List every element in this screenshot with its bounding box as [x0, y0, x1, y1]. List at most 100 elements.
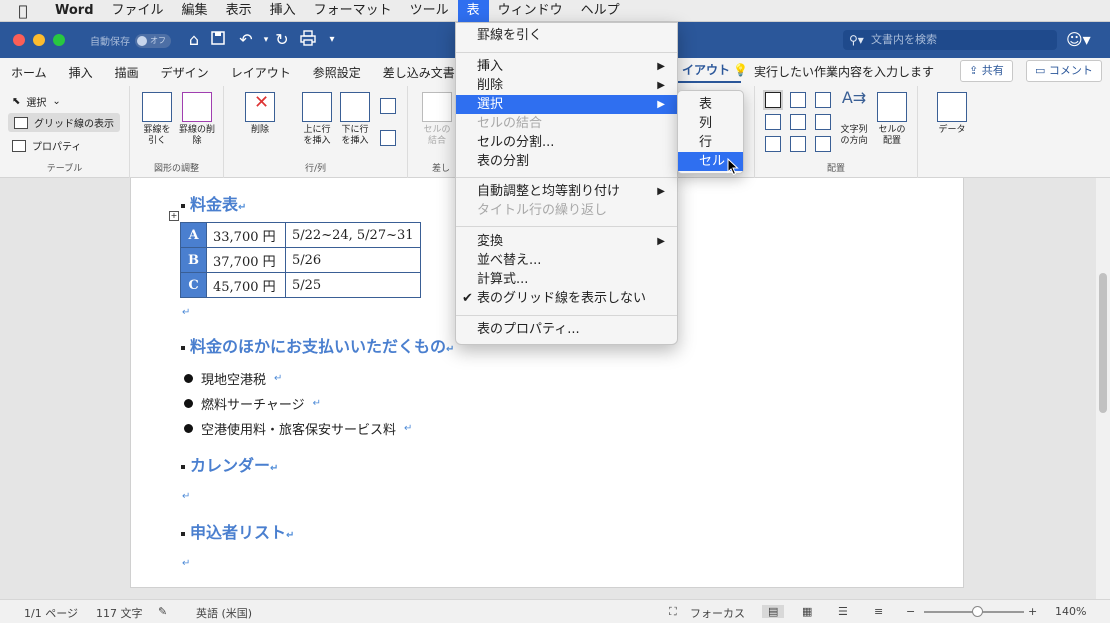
- focus-icon[interactable]: ⛶: [669, 605, 677, 619]
- list-item[interactable]: 燃料サーチャージ ↵: [184, 394, 321, 413]
- vertical-scrollbar[interactable]: [1096, 178, 1110, 599]
- redo-icon[interactable]: ↻: [272, 30, 292, 50]
- menu-item-delete[interactable]: 削除 ▶: [456, 76, 677, 95]
- menu-item-table-properties[interactable]: 表のプロパティ...: [456, 320, 677, 339]
- comment-button[interactable]: ▭ コメント: [1026, 60, 1102, 82]
- apple-icon[interactable]: : [0, 2, 46, 20]
- home-icon[interactable]: ⌂: [184, 30, 204, 50]
- tab-layout[interactable]: レイアウト: [220, 64, 302, 81]
- zoom-level[interactable]: 140%: [1055, 605, 1086, 618]
- menu-insert[interactable]: 挿入: [261, 0, 305, 22]
- align-middle-right-icon[interactable]: [815, 114, 831, 130]
- empty-paragraph[interactable]: ↵: [182, 491, 190, 502]
- menu-edit[interactable]: 編集: [173, 0, 217, 22]
- undo-icon[interactable]: ↶: [236, 30, 256, 50]
- insert-row-below-button[interactable]: 下に行を挿入: [338, 92, 372, 147]
- menu-format[interactable]: フォーマット: [305, 0, 401, 22]
- align-middle-left-icon[interactable]: [765, 114, 781, 130]
- zoom-slider-knob[interactable]: [972, 606, 983, 617]
- data-button[interactable]: データ: [932, 92, 972, 136]
- tab-references[interactable]: 参照設定: [302, 64, 372, 81]
- search-field[interactable]: ⚲▾ 文書内を検索: [843, 30, 1057, 50]
- language[interactable]: 英語 (米国): [196, 605, 252, 621]
- tell-me-box[interactable]: 💡 実行したい作業内容を入力します: [733, 63, 934, 80]
- submenu-item-table[interactable]: 表: [678, 95, 743, 114]
- autosave-toggle[interactable]: オフ: [135, 33, 171, 48]
- menu-app-word[interactable]: Word: [46, 0, 103, 22]
- insert-row-above-button[interactable]: 上に行を挿入: [300, 92, 334, 147]
- menu-file[interactable]: ファイル: [103, 0, 173, 22]
- draft-view-icon[interactable]: ≡: [874, 605, 883, 618]
- menu-item-select[interactable]: 選択 ▶: [456, 95, 677, 114]
- select-button[interactable]: ⬉ 選択 ⌄: [12, 94, 61, 109]
- focus-label[interactable]: フォーカス: [690, 605, 745, 621]
- dates-cell[interactable]: 5/25: [285, 272, 421, 298]
- gridlines-toggle-button[interactable]: グリッド線の表示: [8, 113, 120, 132]
- draw-table-button[interactable]: 罫線を引く: [140, 92, 174, 147]
- menu-tools[interactable]: ツール: [401, 0, 458, 22]
- align-bottom-left-icon[interactable]: [765, 136, 781, 152]
- properties-button[interactable]: プロパティ: [12, 138, 81, 153]
- page-count[interactable]: 1/1 ページ: [24, 605, 78, 621]
- zoom-slider[interactable]: [924, 606, 1024, 617]
- menu-item-draw-table[interactable]: 罫線を引く: [456, 26, 677, 45]
- price-cell[interactable]: 33,700 円: [206, 222, 286, 248]
- tab-insert[interactable]: 挿入: [58, 64, 104, 81]
- eraser-button[interactable]: 罫線の削除: [178, 92, 216, 147]
- dates-cell[interactable]: 5/26: [285, 247, 421, 273]
- table-row[interactable]: B 37,700 円 5/26: [180, 247, 421, 273]
- delete-button[interactable]: ✕ 削除: [238, 92, 282, 136]
- align-bottom-center-icon[interactable]: [790, 136, 806, 152]
- heading-fees[interactable]: 料金表↵: [181, 191, 246, 215]
- cell-margins-button[interactable]: セルの配置: [875, 92, 909, 147]
- zoom-in-icon[interactable]: +: [1028, 605, 1037, 618]
- menu-item-split-table[interactable]: 表の分割: [456, 152, 677, 171]
- empty-paragraph[interactable]: ↵: [182, 307, 190, 318]
- table-move-handle[interactable]: +: [169, 211, 179, 221]
- tab-table-layout[interactable]: イアウト: [671, 61, 742, 83]
- row-label[interactable]: B: [180, 247, 207, 273]
- heading-calendar[interactable]: カレンダー↵: [181, 452, 278, 476]
- web-layout-view-icon[interactable]: ▦: [802, 605, 812, 618]
- insert-right-icon[interactable]: [380, 130, 396, 146]
- scrollbar-thumb[interactable]: [1099, 273, 1107, 413]
- insert-left-icon[interactable]: [380, 98, 396, 114]
- menu-item-split-cells[interactable]: セルの分割...: [456, 133, 677, 152]
- close-window-button[interactable]: [13, 34, 25, 46]
- tab-draw[interactable]: 描画: [104, 64, 150, 81]
- price-cell[interactable]: 45,700 円: [206, 272, 286, 298]
- table-row[interactable]: A 33,700 円 5/22~24, 5/27~31: [180, 222, 421, 248]
- customize-toolbar-icon[interactable]: ▾: [322, 30, 342, 50]
- row-label[interactable]: C: [180, 272, 207, 298]
- heading-applicants[interactable]: 申込者リスト↵: [181, 519, 294, 543]
- tab-mailings[interactable]: 差し込み文書: [372, 64, 466, 81]
- list-item[interactable]: 現地空港税 ↵: [184, 369, 282, 388]
- price-cell[interactable]: 37,700 円: [206, 247, 286, 273]
- proofing-icon[interactable]: ✎: [158, 605, 167, 618]
- align-top-left-icon[interactable]: [765, 92, 781, 108]
- menu-item-hide-gridlines[interactable]: ✔ 表のグリッド線を表示しない: [456, 289, 677, 308]
- list-item[interactable]: 空港使用料・旅客保安サービス料 ↵: [184, 419, 412, 438]
- align-middle-center-icon[interactable]: [790, 114, 806, 130]
- tab-design[interactable]: デザイン: [150, 64, 220, 81]
- menu-view[interactable]: 表示: [217, 0, 261, 22]
- menu-help[interactable]: ヘルプ: [572, 0, 629, 22]
- save-icon[interactable]: [208, 30, 228, 50]
- align-top-center-icon[interactable]: [790, 92, 806, 108]
- menu-window[interactable]: ウィンドウ: [489, 0, 572, 22]
- print-layout-view-icon[interactable]: ▤: [762, 605, 785, 618]
- submenu-item-column[interactable]: 列: [678, 114, 743, 133]
- menu-item-insert[interactable]: 挿入 ▶: [456, 57, 677, 76]
- heading-extra-charges[interactable]: 料金のほかにお支払いいただくもの↵: [181, 333, 454, 357]
- tab-home[interactable]: ホーム: [0, 64, 58, 81]
- table-row[interactable]: C 45,700 円 5/25: [180, 272, 421, 298]
- menu-item-formula[interactable]: 計算式...: [456, 270, 677, 289]
- print-icon[interactable]: [298, 30, 318, 50]
- submenu-item-row[interactable]: 行: [678, 133, 743, 152]
- dates-cell[interactable]: 5/22~24, 5/27~31: [285, 222, 421, 248]
- share-button[interactable]: ⇪ 共有: [960, 60, 1013, 82]
- minimize-window-button[interactable]: [33, 34, 45, 46]
- align-top-right-icon[interactable]: [815, 92, 831, 108]
- word-count[interactable]: 117 文字: [96, 605, 143, 621]
- text-direction-button[interactable]: A⇉ 文字列の方向: [837, 90, 871, 147]
